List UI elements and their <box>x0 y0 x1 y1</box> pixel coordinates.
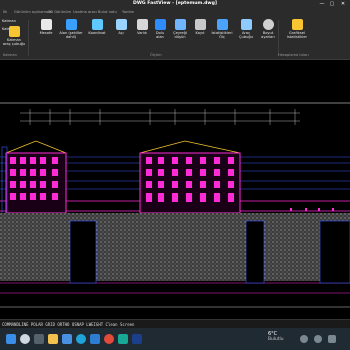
dwg-icon[interactable] <box>132 334 142 344</box>
toolbar-icon <box>240 19 252 30</box>
start-icon[interactable] <box>6 334 16 344</box>
toolbar-button[interactable]: Araç Çubuğu <box>234 19 258 40</box>
layer-row-1[interactable]: Katman <box>2 19 16 23</box>
foundation-void <box>319 220 350 284</box>
group-label-measure: Ölçüm <box>150 53 162 57</box>
area-button[interactable]: Alan (şekiller dahil) <box>59 19 83 40</box>
group-separator <box>278 20 279 56</box>
layer-toolbar-button[interactable]: Katman araç çubuğu <box>2 26 26 47</box>
record-button[interactable]: Kayıt <box>188 19 212 35</box>
graphic-statistics-label: Grafiksel istatistikler <box>287 31 307 40</box>
search-icon[interactable] <box>20 334 30 344</box>
filled-area-icon <box>154 19 166 30</box>
cad-drawing <box>0 102 350 308</box>
coordinate-button[interactable]: Koordinat <box>85 19 109 35</box>
statistics-icon <box>216 19 228 30</box>
measure-statistics-button[interactable]: İstatistikleri Ölç <box>210 19 234 40</box>
layer-toolbar-label: Katman araç çubuğu <box>2 38 26 47</box>
edge-icon[interactable] <box>76 334 86 344</box>
coordinate-icon <box>91 19 103 30</box>
window-title: DWG FastView - [eptemum.dwg] <box>133 1 217 6</box>
volume-icon[interactable] <box>314 335 322 343</box>
distance-label: Mesafe <box>39 31 53 35</box>
maximize-button[interactable]: ▢ <box>328 0 336 8</box>
chrome-icon[interactable] <box>104 334 114 344</box>
toolbar-label: Araç Çubuğu <box>239 31 253 40</box>
record-label: Kayıt <box>195 31 205 35</box>
network-icon[interactable] <box>300 335 308 343</box>
app-icon[interactable] <box>118 334 128 344</box>
soil-texture <box>0 213 350 281</box>
foundation-void <box>69 220 97 284</box>
angle-icon <box>115 19 127 30</box>
coordinate-label: Koordinat <box>88 31 106 35</box>
area-label: Alan (şekiller dahil) <box>59 31 83 40</box>
area-icon <box>65 19 77 30</box>
record-icon <box>194 19 206 30</box>
command-bar[interactable]: COMMANDLINE POLAR GRID ORTHO OSNAP LWEIG… <box>0 319 350 328</box>
drawing-canvas[interactable] <box>0 61 350 319</box>
dimension-settings-button[interactable]: Boyut ayarları <box>256 19 280 40</box>
tab-home[interactable]: İlk <box>3 8 7 16</box>
layers-icon <box>8 26 20 37</box>
minimize-button[interactable]: — <box>318 0 326 8</box>
tab-3d-view[interactable]: 3D Görünüm <box>48 8 71 16</box>
close-button[interactable]: ✕ <box>339 0 347 8</box>
taskbar: 6°C Bulutlu <box>0 328 350 350</box>
ribbon: Katman Katman Katman araç çubuğu Mesafe … <box>0 16 350 60</box>
ruler-icon <box>40 19 52 30</box>
group-label-layer: Katman <box>3 53 17 57</box>
dimension-marks <box>20 109 300 125</box>
gear-icon <box>262 19 274 30</box>
measure-statistics-label: İstatistikleri Ölç <box>211 31 233 40</box>
ribbon-tabs: İlk Görünüm açıklamalar 3D Görünüm Uzatm… <box>0 8 350 16</box>
tab-extension-tool[interactable]: Uzatma aracı <box>73 8 97 16</box>
markers <box>290 208 334 211</box>
weather-widget[interactable]: 6°C Bulutlu <box>268 331 284 342</box>
notification-icon[interactable] <box>328 335 336 343</box>
mail-icon[interactable] <box>90 334 100 344</box>
quarter-icon <box>174 19 186 30</box>
group-label-calculation: Hesaplama tuları <box>278 53 309 57</box>
building-left <box>1 140 67 218</box>
group-separator <box>28 20 29 56</box>
tab-annotations[interactable]: Görünüm açıklamalar <box>14 8 53 16</box>
entity-icon <box>136 19 148 30</box>
tab-cloud-note[interactable]: Bulut notu <box>98 8 117 16</box>
title-bar: DWG FastView - [eptemum.dwg] — ▢ ✕ <box>0 0 350 8</box>
weather-text: Bulutlu <box>268 337 284 342</box>
store-icon[interactable] <box>62 334 72 344</box>
files-icon[interactable] <box>34 334 44 344</box>
folder-icon[interactable] <box>48 334 58 344</box>
tab-help[interactable]: Yardım <box>122 8 134 16</box>
building-center <box>139 140 241 214</box>
graphic-statistics-button[interactable]: Grafiksel istatistikler <box>283 19 311 40</box>
chart-icon <box>291 19 303 30</box>
dimension-settings-label: Boyut ayarları <box>261 31 275 40</box>
foundation-void <box>245 220 265 284</box>
distance-button[interactable]: Mesafe <box>34 19 58 35</box>
